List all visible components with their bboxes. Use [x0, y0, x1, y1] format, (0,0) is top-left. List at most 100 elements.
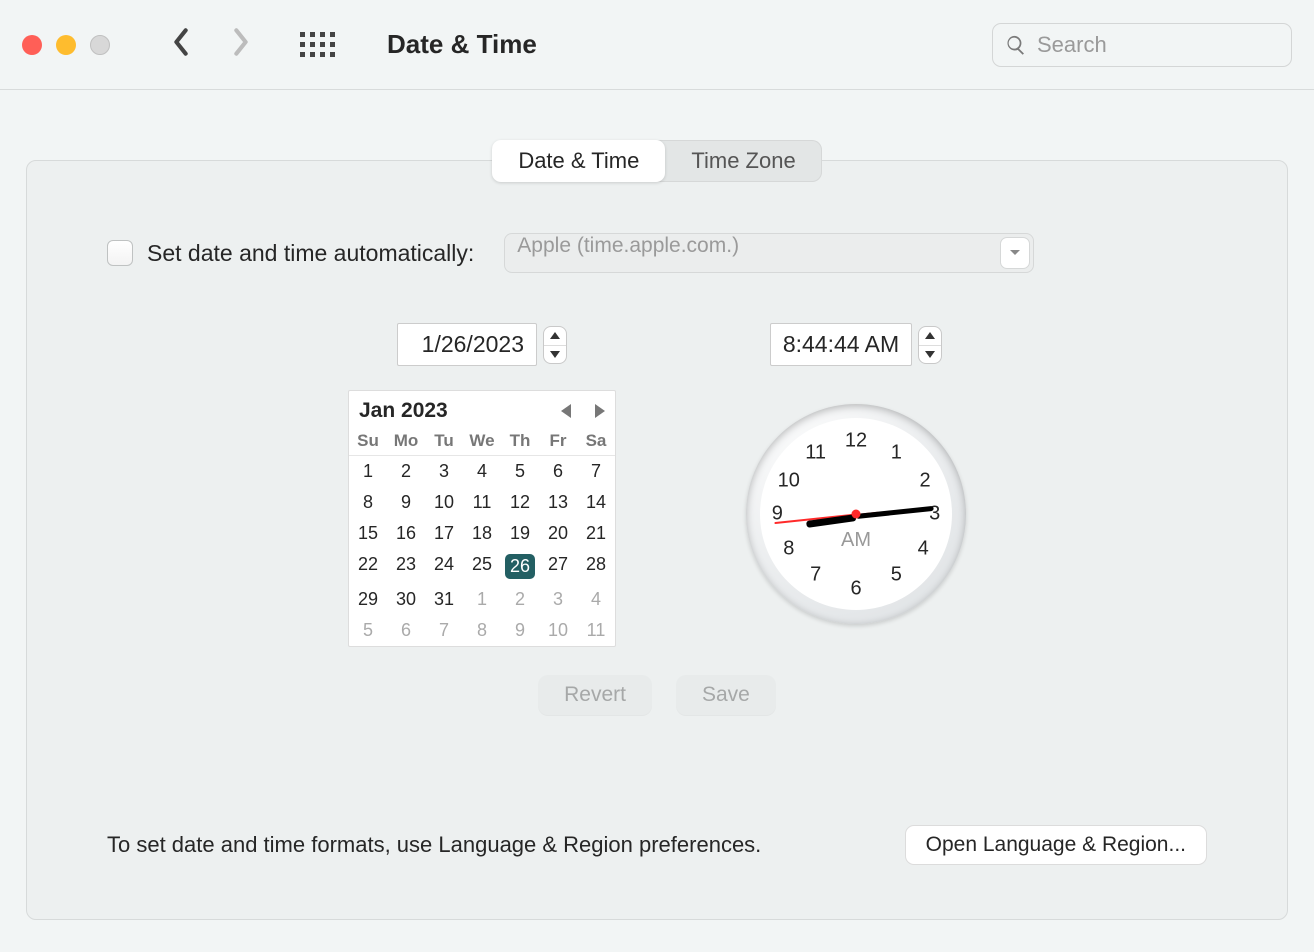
calendar-day[interactable]: 6: [539, 456, 577, 487]
show-all-prefs-button[interactable]: [300, 32, 335, 57]
tab-time-zone[interactable]: Time Zone: [665, 140, 821, 182]
calendar-day[interactable]: 20: [539, 518, 577, 549]
time-field[interactable]: 8:44:44 AM: [770, 323, 912, 366]
time-column: 8:44:44 AM 12 1 2 3 4 5 6: [746, 323, 966, 624]
calendar-day[interactable]: 27: [539, 549, 577, 584]
calendar-day[interactable]: 13: [539, 487, 577, 518]
clock-minute-hand: [856, 506, 934, 519]
calendar-day[interactable]: 5: [501, 456, 539, 487]
chevron-up-icon: [925, 332, 935, 339]
calendar-day[interactable]: 7: [425, 615, 463, 646]
time-stepper[interactable]: [918, 326, 942, 364]
calendar-day[interactable]: 9: [501, 615, 539, 646]
time-server-combo[interactable]: Apple (time.apple.com.): [504, 233, 1034, 273]
date-step-down[interactable]: [544, 345, 566, 363]
calendar-day[interactable]: 23: [387, 549, 425, 584]
save-button[interactable]: Save: [676, 675, 776, 715]
calendar-next-month[interactable]: [595, 404, 605, 418]
clock-num-2: 2: [920, 470, 931, 493]
calendar-day[interactable]: 3: [425, 456, 463, 487]
calendar-day[interactable]: 4: [463, 456, 501, 487]
calendar-day[interactable]: 10: [425, 487, 463, 518]
zoom-window-button[interactable]: [90, 35, 110, 55]
calendar-day[interactable]: 7: [577, 456, 615, 487]
footer-row: To set date and time formats, use Langua…: [107, 825, 1207, 865]
clock-num-5: 5: [891, 564, 902, 587]
calendar-day[interactable]: 2: [501, 584, 539, 615]
calendar-day[interactable]: 21: [577, 518, 615, 549]
clock-num-8: 8: [783, 537, 794, 560]
search-icon: [1005, 34, 1027, 56]
calendar-day[interactable]: 3: [539, 584, 577, 615]
calendar-day[interactable]: 4: [577, 584, 615, 615]
calendar-day[interactable]: 18: [463, 518, 501, 549]
clock-num-12: 12: [845, 430, 867, 453]
minimize-window-button[interactable]: [56, 35, 76, 55]
clock-ampm: AM: [841, 529, 871, 552]
clock-num-7: 7: [810, 564, 821, 587]
calendar-day[interactable]: 29: [349, 584, 387, 615]
window-title: Date & Time: [387, 29, 537, 60]
calendar-day[interactable]: 9: [387, 487, 425, 518]
clock-num-4: 4: [918, 537, 929, 560]
calendar-day[interactable]: 12: [501, 487, 539, 518]
titlebar: Date & Time Search: [0, 0, 1314, 90]
calendar-dow: Tu: [425, 427, 463, 456]
date-step-up[interactable]: [544, 327, 566, 345]
date-field[interactable]: 1/26/2023: [397, 323, 537, 366]
calendar-day[interactable]: 31: [425, 584, 463, 615]
chevron-down-icon: [1009, 249, 1021, 257]
calendar-day[interactable]: 11: [463, 487, 501, 518]
calendar-day[interactable]: 30: [387, 584, 425, 615]
clock-pivot: [852, 510, 861, 519]
calendar-day[interactable]: 14: [577, 487, 615, 518]
clock-num-11: 11: [805, 441, 826, 464]
calendar-day[interactable]: 1: [349, 456, 387, 487]
clock-num-6: 6: [850, 577, 861, 600]
open-language-region-button[interactable]: Open Language & Region...: [905, 825, 1207, 865]
calendar-day[interactable]: 17: [425, 518, 463, 549]
time-server-dropdown-button[interactable]: [1000, 237, 1030, 269]
date-stepper[interactable]: [543, 326, 567, 364]
chevron-left-icon: [170, 28, 192, 56]
preferences-pane: Set date and time automatically: Apple (…: [26, 160, 1288, 920]
calendar-day[interactable]: 25: [463, 549, 501, 584]
calendar-day[interactable]: 28: [577, 549, 615, 584]
tab-date-time[interactable]: Date & Time: [492, 140, 665, 182]
calendar-day[interactable]: 5: [349, 615, 387, 646]
calendar-day[interactable]: 1: [463, 584, 501, 615]
search-field[interactable]: Search: [992, 23, 1292, 67]
auto-set-label: Set date and time automatically:: [147, 240, 474, 267]
clock-num-1: 1: [891, 441, 902, 464]
calendar-dow: Fr: [539, 427, 577, 456]
calendar-day[interactable]: 8: [349, 487, 387, 518]
auto-set-row: Set date and time automatically: Apple (…: [107, 233, 1207, 273]
calendar-day[interactable]: 11: [577, 615, 615, 646]
action-buttons: Revert Save: [107, 675, 1207, 715]
footer-text: To set date and time formats, use Langua…: [107, 832, 761, 858]
analog-clock[interactable]: 12 1 2 3 4 5 6 7 8 9 10 11 AM: [746, 404, 966, 624]
forward-button[interactable]: [230, 28, 252, 61]
revert-button[interactable]: Revert: [538, 675, 652, 715]
calendar-day[interactable]: 22: [349, 549, 387, 584]
calendar-prev-month[interactable]: [561, 404, 571, 418]
tab-bar: Date & Time Time Zone: [26, 140, 1288, 182]
calendar-dow: Sa: [577, 427, 615, 456]
calendar-day[interactable]: 24: [425, 549, 463, 584]
calendar-day[interactable]: 8: [463, 615, 501, 646]
calendar-day[interactable]: 19: [501, 518, 539, 549]
calendar-day[interactable]: 15: [349, 518, 387, 549]
window-controls: [22, 35, 110, 55]
close-window-button[interactable]: [22, 35, 42, 55]
chevron-right-icon: [230, 28, 252, 56]
calendar-day[interactable]: 2: [387, 456, 425, 487]
calendar-day[interactable]: 26: [501, 549, 539, 584]
auto-set-checkbox[interactable]: [107, 240, 133, 266]
calendar-day[interactable]: 10: [539, 615, 577, 646]
calendar-day[interactable]: 6: [387, 615, 425, 646]
time-step-up[interactable]: [919, 327, 941, 345]
calendar-day[interactable]: 16: [387, 518, 425, 549]
time-step-down[interactable]: [919, 345, 941, 363]
back-button[interactable]: [170, 28, 192, 61]
calendar-dow: Mo: [387, 427, 425, 456]
